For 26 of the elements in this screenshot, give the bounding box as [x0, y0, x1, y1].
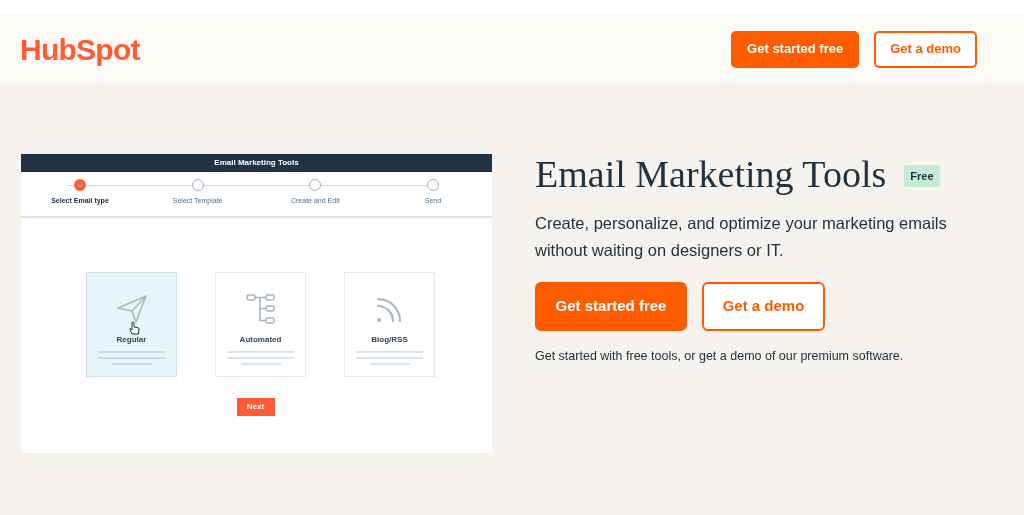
demo-button[interactable]: Get a demo — [874, 30, 977, 68]
description: Create, personalize, and optimize your marketing emails without waiting on designers or IT. — [535, 213, 948, 261]
placeholder-line — [369, 363, 410, 365]
page-heading: Email Marketing Tools — [535, 154, 887, 194]
hubspot-logo[interactable]: HubSpot — [20, 26, 140, 72]
get-started-button[interactable]: Get started free — [535, 282, 687, 331]
paper-plane-icon — [115, 294, 148, 324]
get-started-button[interactable]: Get started free — [731, 30, 860, 68]
card-label: Regular — [116, 334, 147, 346]
hand-cursor-icon — [127, 321, 141, 335]
placeholder-line — [356, 357, 423, 359]
free-badge: Free — [904, 164, 940, 188]
demo-button[interactable]: Get a demo — [702, 282, 825, 331]
card-label: Blog/RSS — [371, 334, 408, 346]
placeholder-line — [227, 357, 294, 359]
placeholder-line — [240, 363, 281, 365]
card-label: Automated — [239, 334, 282, 346]
email-type-card[interactable]: Automated — [215, 272, 306, 377]
email-type-card[interactable]: Regular — [86, 272, 177, 377]
workflow-icon — [244, 293, 277, 325]
preview-title-bar: Email Marketing Tools — [21, 154, 492, 172]
note-text: Get started with free tools, or get a demo of our premium software. — [535, 348, 905, 365]
next-button[interactable]: Next — [236, 398, 275, 416]
placeholder-line — [356, 351, 423, 353]
placeholder-line — [227, 351, 294, 353]
email-type-card[interactable]: Blog/RSS — [344, 272, 435, 377]
